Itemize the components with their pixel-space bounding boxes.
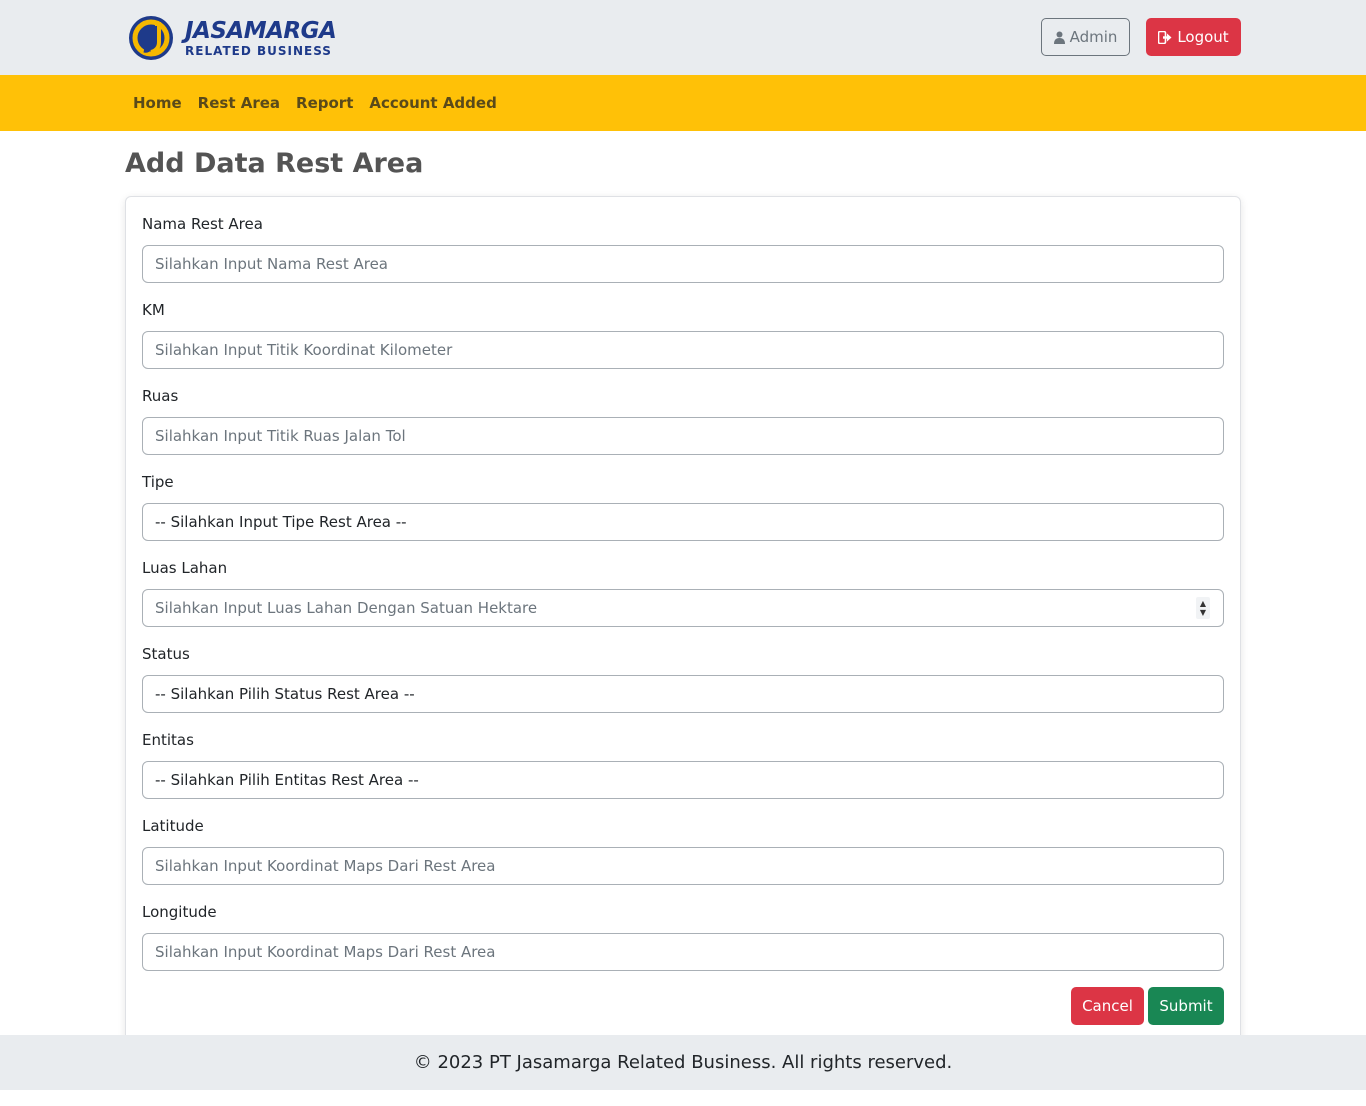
tipe-select[interactable]: -- Silahkan Input Tipe Rest Area -- — [142, 503, 1224, 541]
sign-out-icon — [1158, 30, 1172, 44]
admin-button-label: Admin — [1069, 28, 1118, 46]
nama-rest-area-label: Nama Rest Area — [142, 215, 263, 233]
longitude-label: Longitude — [142, 903, 217, 921]
ruas-input[interactable] — [142, 417, 1224, 455]
stepper-up-icon[interactable]: ▲ — [1200, 599, 1206, 608]
top-header: JASAMARGA RELATED BUSINESS Admin Logout — [0, 0, 1366, 75]
luas-lahan-label: Luas Lahan — [142, 559, 228, 577]
copyright-text: © 2023 PT Jasamarga Related Business. Al… — [413, 1052, 953, 1073]
km-input[interactable] — [142, 331, 1224, 369]
brand-name: JASAMARGA — [185, 17, 337, 44]
longitude-input[interactable] — [142, 933, 1224, 971]
cancel-button[interactable]: Cancel — [1071, 987, 1144, 1025]
main-navbar: Home Rest Area Report Account Added — [0, 75, 1366, 131]
entitas-select[interactable]: -- Silahkan Pilih Entitas Rest Area -- — [142, 761, 1224, 799]
stepper-down-icon[interactable]: ▼ — [1200, 608, 1206, 617]
jasamarga-logo-mark — [129, 16, 173, 60]
ruas-label: Ruas — [142, 387, 179, 405]
luas-lahan-input[interactable] — [142, 589, 1224, 627]
status-select[interactable]: -- Silahkan Pilih Status Rest Area -- — [142, 675, 1224, 713]
nama-rest-area-input[interactable] — [142, 245, 1224, 283]
page-footer: © 2023 PT Jasamarga Related Business. Al… — [0, 1035, 1366, 1090]
brand-subtitle: RELATED BUSINESS — [185, 43, 332, 58]
admin-button[interactable]: Admin — [1041, 18, 1130, 56]
user-icon — [1053, 31, 1065, 44]
luas-lahan-stepper[interactable]: ▲ ▼ — [1196, 597, 1210, 619]
nav-item-rest-area[interactable]: Rest Area — [198, 94, 280, 112]
entitas-label: Entitas — [142, 731, 194, 749]
km-label: KM — [142, 301, 165, 319]
page-title: Add Data Rest Area — [125, 148, 424, 179]
jasamarga-logo[interactable]: JASAMARGA RELATED BUSINESS — [125, 14, 337, 62]
nav-item-home[interactable]: Home — [133, 94, 182, 112]
logout-button[interactable]: Logout — [1146, 18, 1241, 56]
nav-item-account-added[interactable]: Account Added — [369, 94, 496, 112]
latitude-input[interactable] — [142, 847, 1224, 885]
status-label: Status — [142, 645, 190, 663]
logout-button-label: Logout — [1177, 28, 1229, 46]
submit-button[interactable]: Submit — [1148, 987, 1224, 1025]
nav-item-report[interactable]: Report — [296, 94, 353, 112]
latitude-label: Latitude — [142, 817, 204, 835]
tipe-label: Tipe — [142, 473, 174, 491]
